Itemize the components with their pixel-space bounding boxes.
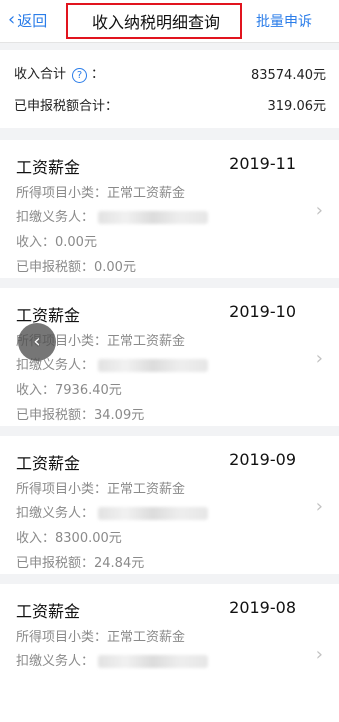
back-label: 返回 [17, 11, 48, 30]
redacted-withholder [98, 655, 209, 668]
record-header: 工资薪金 2019-11 [16, 154, 296, 177]
chevron-left-icon: ‹ [8, 9, 16, 30]
floating-back-button[interactable]: ‹ [18, 323, 56, 361]
chevron-right-icon: › [315, 348, 323, 369]
record-withholder: 扣缴义务人： [16, 206, 209, 225]
record-header: 工资薪金 2019-10 [16, 302, 296, 325]
top-bar: ‹ 返回 收入纳税明细查询 批量申诉 [0, 0, 339, 43]
record-period: 2019-10 [229, 302, 296, 321]
page-title: 收入纳税明细查询 [92, 13, 221, 32]
chevron-right-icon: › [315, 496, 323, 517]
income-total-row: 收入合计?： 83574.40元 [14, 62, 326, 84]
chevron-right-icon: › [315, 200, 323, 221]
withholder-label: 扣缴义务人： [16, 506, 95, 521]
record-period: 2019-08 [229, 598, 296, 617]
record-tax: 已申报税额：0.00元 [16, 260, 136, 275]
record-type: 工资薪金 [16, 158, 81, 177]
record-withholder: 扣缴义务人： [16, 650, 209, 669]
chevron-right-icon: › [315, 644, 323, 665]
record-period: 2019-09 [229, 450, 296, 469]
redacted-withholder [98, 359, 209, 372]
income-total-label-group: 收入合计?： [14, 63, 104, 83]
income-total-value: 83574.40元 [250, 67, 326, 83]
floating-back-icon: ‹ [33, 331, 41, 352]
record-period: 2019-11 [229, 154, 296, 173]
record-type: 工资薪金 [16, 454, 81, 473]
tax-total-label: 已申报税额合计： [14, 98, 119, 114]
record-header: 工资薪金 2019-08 [16, 598, 296, 621]
redacted-withholder [98, 507, 209, 520]
record-header: 工资薪金 2019-09 [16, 450, 296, 473]
summary-panel: 收入合计?： 83574.40元 已申报税额合计： 319.06元 [0, 50, 339, 128]
record-type: 工资薪金 [16, 602, 81, 621]
help-icon[interactable]: ? [72, 68, 88, 83]
tax-total-value: 319.06元 [267, 98, 327, 114]
record-item[interactable]: 工资薪金 2019-11 所得项目小类：正常工资薪金 扣缴义务人： 收入：0.0… [0, 140, 339, 278]
record-income: 收入：7936.40元 [16, 383, 122, 398]
withholder-label: 扣缴义务人： [16, 654, 95, 669]
back-button[interactable]: ‹ 返回 [8, 10, 47, 30]
record-subtype: 所得项目小类：正常工资薪金 [16, 630, 186, 645]
income-total-label: 收入合计 [14, 67, 67, 82]
tax-total-row: 已申报税额合计： 319.06元 [14, 93, 326, 115]
redacted-withholder [98, 211, 209, 224]
record-income: 收入：8300.00元 [16, 531, 122, 546]
record-item[interactable]: 工资薪金 2019-10 所得项目小类：正常工资薪金 扣缴义务人： 收入：793… [0, 288, 339, 426]
withholder-label: 扣缴义务人： [16, 358, 95, 373]
record-type: 工资薪金 [16, 306, 81, 325]
record-tax: 已申报税额：34.09元 [16, 408, 145, 423]
withholder-label: 扣缴义务人： [16, 210, 95, 225]
batch-appeal-button[interactable]: 批量申诉 [256, 11, 312, 31]
record-subtype: 所得项目小类：正常工资薪金 [16, 186, 186, 201]
record-item[interactable]: 工资薪金 2019-09 所得项目小类：正常工资薪金 扣缴义务人： 收入：830… [0, 436, 339, 574]
income-total-colon: ： [91, 67, 105, 82]
record-subtype: 所得项目小类：正常工资薪金 [16, 482, 186, 497]
record-withholder: 扣缴义务人： [16, 502, 209, 521]
record-tax: 已申报税额：24.84元 [16, 556, 145, 571]
record-income: 收入：0.00元 [16, 235, 97, 250]
record-item[interactable]: 工资薪金 2019-08 所得项目小类：正常工资薪金 扣缴义务人： › [0, 584, 339, 722]
